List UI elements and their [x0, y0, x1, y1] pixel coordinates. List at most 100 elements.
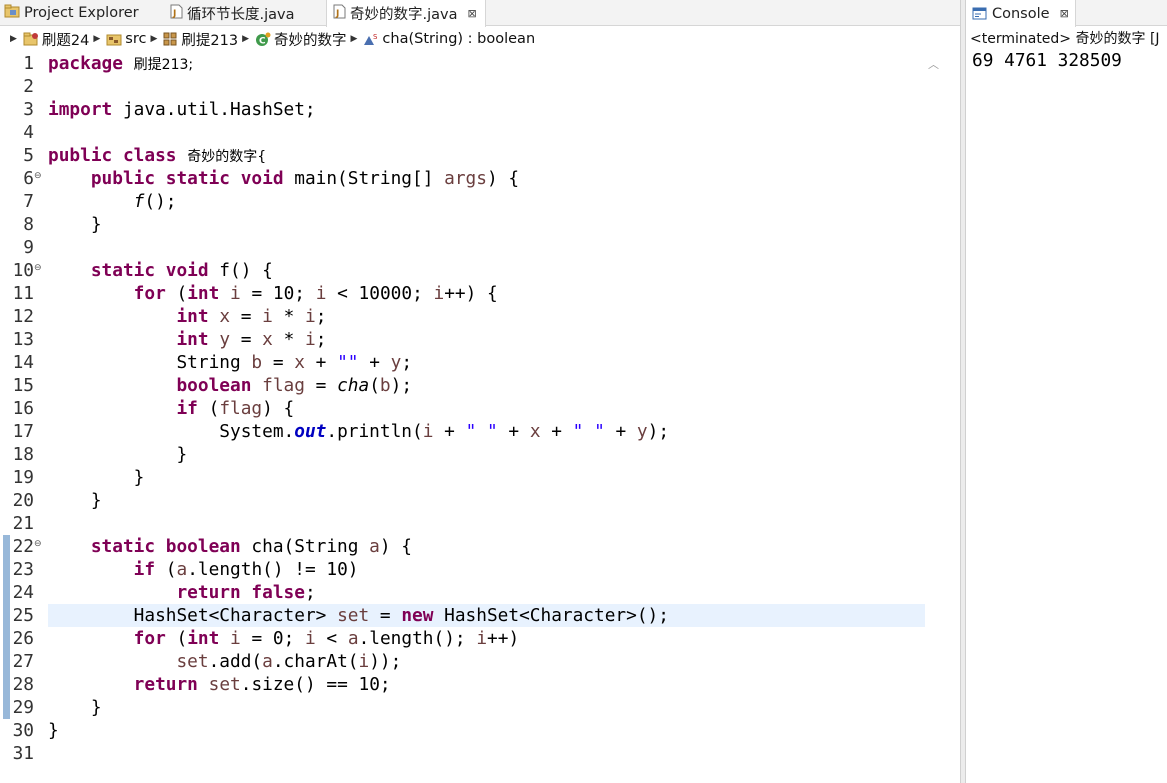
variable: flag [262, 375, 305, 396]
code-line: public static void main(String[] args) { [48, 167, 519, 190]
breadcrumb-method[interactable]: S cha(String) : boolean [363, 31, 535, 47]
code-text: java.util.HashSet; [112, 99, 316, 120]
variable: i [315, 283, 327, 304]
keyword: int [176, 329, 209, 350]
code-text: + [497, 421, 530, 442]
breadcrumb-class-label: 奇妙的数字 [274, 32, 347, 49]
chevron-right-icon[interactable]: ▶ [10, 34, 17, 44]
svg-text:J: J [335, 9, 339, 19]
code-line: int x = i * i; [48, 305, 326, 328]
code-text: ( [155, 559, 177, 580]
scroll-up-icon[interactable]: ︿ [928, 56, 939, 72]
code-line: } [48, 466, 145, 489]
chevron-right-icon[interactable]: ▶ [150, 34, 157, 44]
variable: i [305, 306, 316, 327]
class-name: 奇妙的数字{ [187, 149, 267, 165]
chevron-right-icon[interactable]: ▶ [351, 34, 358, 44]
code-text: ( [197, 398, 220, 419]
code-line: package 刷提213; [48, 52, 193, 75]
method-call: f [133, 191, 145, 212]
breadcrumb-project[interactable]: 刷题24 [23, 29, 89, 50]
code-text: .length() != 10) [187, 559, 359, 580]
tab-project-explorer-label: Project Explorer [24, 5, 139, 21]
method-icon: S [363, 32, 379, 47]
close-icon[interactable]: ⊠ [1060, 7, 1069, 20]
tab-loop-file[interactable]: J 循环节长度.java [170, 0, 295, 26]
breadcrumb-src[interactable]: src [106, 31, 146, 47]
keyword: return [133, 674, 198, 695]
breadcrumb-class[interactable]: C 奇妙的数字 [255, 29, 347, 50]
code-line: int y = x * i; [48, 328, 326, 351]
variable: x [529, 421, 541, 442]
tab-project-explorer[interactable]: Project Explorer [4, 0, 139, 26]
code-text: ; [315, 306, 327, 327]
variable: x [219, 306, 231, 327]
code-text: = [304, 375, 338, 396]
project-icon [23, 32, 39, 46]
code-line: for (int i = 10; i < 10000; i++) { [48, 282, 498, 305]
console-icon [972, 7, 987, 21]
code-text: = 10; [240, 283, 316, 304]
code-line: } [48, 443, 187, 466]
code-text: ) { [486, 168, 520, 189]
console-pane: Console ⊠ <terminated> 奇妙的数字 [J 69 4761 … [966, 0, 1167, 783]
keyword: for [133, 628, 166, 649]
variable: a [176, 559, 188, 580]
fold-collapse-icon[interactable]: ⊖ [34, 171, 42, 181]
code-text: ( [165, 628, 188, 649]
line-number: 5 [23, 145, 34, 166]
project-explorer-icon [4, 4, 20, 22]
string-literal: "" [337, 352, 359, 373]
line-number: 13 [12, 329, 34, 350]
code-line: set.add(a.charAt(i)); [48, 650, 401, 673]
keyword: static boolean [90, 536, 241, 557]
code-text: ( [369, 375, 380, 396]
code-editor[interactable]: package 刷提213; import java.util.HashSet;… [48, 52, 926, 783]
fold-collapse-icon[interactable]: ⊖ [34, 539, 42, 549]
source-folder-icon [106, 32, 122, 46]
code-text: } [90, 490, 102, 511]
breadcrumb-package[interactable]: 刷提213 [163, 29, 238, 50]
variable: a [369, 536, 380, 557]
variable: x [262, 329, 273, 350]
chevron-right-icon[interactable]: ▶ [242, 34, 249, 44]
console-output[interactable]: 69 4761 328509 [972, 50, 1122, 71]
fold-collapse-icon[interactable]: ⊖ [34, 263, 42, 273]
variable: i [230, 628, 241, 649]
svg-text:C: C [259, 36, 266, 46]
tab-active-file[interactable]: J 奇妙的数字.java ⊠ [326, 0, 486, 27]
keyword: import [48, 99, 113, 120]
variable: a [347, 628, 359, 649]
breadcrumb-project-label: 刷题24 [41, 32, 90, 49]
code-text: ); [390, 375, 413, 396]
code-text: .add( [208, 651, 263, 672]
variable: b [379, 375, 391, 396]
line-number: 9 [23, 237, 34, 258]
code-line: } [48, 213, 102, 236]
code-text: + [604, 421, 637, 442]
code-text: (); [144, 191, 177, 212]
variable: i [422, 421, 434, 442]
code-text: .charAt( [272, 651, 359, 672]
keyword: int [176, 306, 209, 327]
line-number: 6 [23, 168, 34, 189]
variable: y [390, 352, 402, 373]
code-text: ( [165, 283, 188, 304]
line-number: 23 [12, 559, 34, 580]
code-line: f(); [48, 190, 177, 213]
code-text: )); [369, 651, 402, 672]
java-file-icon: J [333, 4, 346, 23]
code-text: String [176, 352, 252, 373]
tab-console[interactable]: Console ⊠ [966, 0, 1076, 27]
code-text: } [48, 720, 59, 741]
close-icon[interactable]: ⊠ [468, 7, 477, 20]
code-text: = 0; [240, 628, 305, 649]
line-number: 22 [12, 536, 34, 557]
code-text: cha(String [240, 536, 370, 557]
chevron-right-icon[interactable]: ▶ [93, 34, 100, 44]
line-number: 25 [12, 605, 34, 626]
code-text: } [176, 444, 188, 465]
keyword: if [176, 398, 198, 419]
keyword: public static void [90, 168, 284, 189]
variable: i [358, 651, 370, 672]
